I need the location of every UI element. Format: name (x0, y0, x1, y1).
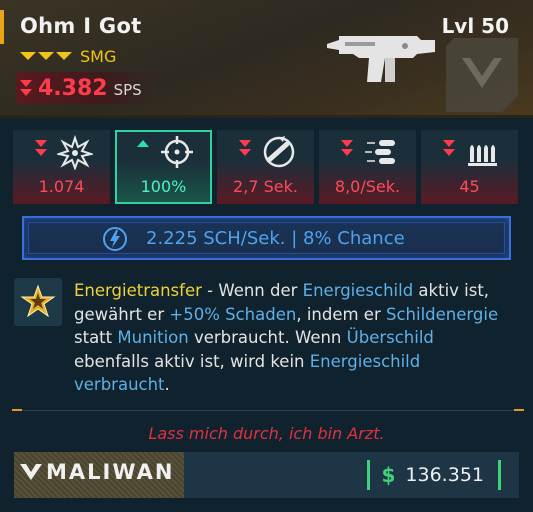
item-card: Ohm I Got Lvl 50 SMG 4.382 SPS 1.074 100… (0, 0, 533, 512)
maliwan-logo-icon (20, 464, 42, 480)
stat-value: 2,7 Sek. (233, 177, 298, 196)
stats-row: 1.074 100% 2,7 Sek. 8,0/Sek. 45 (13, 130, 520, 204)
weapon-type: SMG (80, 46, 117, 66)
stat-reload-time: 2,7 Sek. (217, 130, 314, 204)
perk-title: Energietransfer (74, 281, 202, 300)
desc-text: verbraucht. Wenn (188, 328, 347, 347)
sps-stat: 4.382 SPS (16, 72, 158, 104)
item-footer: MALIWAN $ 136.351 (14, 452, 519, 498)
stat-value: 45 (459, 177, 480, 196)
accuracy-icon (161, 136, 193, 168)
desc-keyword: Munition (117, 328, 189, 347)
shock-icon (103, 227, 127, 251)
reload-time-icon (263, 136, 295, 168)
stat-up-icon (137, 140, 149, 147)
price-value: 136.351 (405, 464, 484, 486)
damage-icon (57, 134, 93, 170)
fire-rate-icon (365, 140, 395, 164)
perk-star-icon (20, 284, 56, 318)
item-price: $ 136.351 (366, 458, 501, 492)
desc-keyword: Schildenergie (385, 304, 499, 324)
stat-down-icon (20, 80, 32, 96)
stat-down-icon (341, 140, 353, 156)
sps-value: 4.382 (38, 75, 108, 101)
perk-description: Energietransfer - Wenn der Energieschild… (74, 279, 514, 397)
desc-text: ebenfalls aktiv ist, wird kein (74, 351, 310, 371)
magazine-icon (468, 145, 497, 166)
manufacturer-name: MALIWAN (46, 460, 175, 484)
desc-keyword: +50% Schaden (169, 304, 297, 324)
stat-accuracy: 100% (115, 130, 212, 204)
stat-fire-rate: 8,0/Sek. (319, 130, 416, 204)
manufacturer-logo: MALIWAN (18, 460, 174, 484)
desc-text: statt (74, 328, 118, 347)
desc-keyword: Energieschild (302, 281, 414, 300)
element-damage-text: 2.225 SCH/Sek. | 8% Chance (146, 228, 405, 249)
rarity-row: SMG (20, 45, 116, 67)
stat-magazine-size: 45 (421, 130, 518, 204)
manufacturer-badge-icon (446, 38, 518, 112)
flavor-text: Lass mich durch, ich bin Arzt. (148, 424, 385, 443)
smg-weapon-icon (327, 36, 435, 82)
item-header: Ohm I Got Lvl 50 SMG 4.382 SPS (0, 0, 533, 118)
stat-value: 100% (140, 177, 187, 196)
item-level: Lvl 50 (441, 14, 509, 38)
rarity-chevrons-icon (20, 52, 72, 60)
element-bar: 2.225 SCH/Sek. | 8% Chance (22, 216, 511, 260)
desc-text: - Wenn der (201, 281, 303, 300)
desc-text: . (164, 375, 170, 394)
stat-value: 1.074 (38, 177, 85, 196)
section-divider (12, 409, 524, 411)
currency-icon: $ (381, 463, 396, 487)
desc-keyword: Überschild (346, 328, 434, 347)
stat-down-icon (443, 140, 455, 156)
item-name: Ohm I Got (20, 14, 142, 38)
stat-value: 8,0/Sek. (334, 177, 401, 196)
perk-icon-frame (14, 278, 62, 326)
sps-unit: SPS (113, 80, 142, 99)
stat-damage: 1.074 (13, 130, 110, 204)
desc-text: , indem er (296, 304, 386, 324)
stat-down-icon (35, 140, 47, 156)
rarity-accent (0, 10, 4, 44)
stat-down-icon (239, 140, 251, 156)
